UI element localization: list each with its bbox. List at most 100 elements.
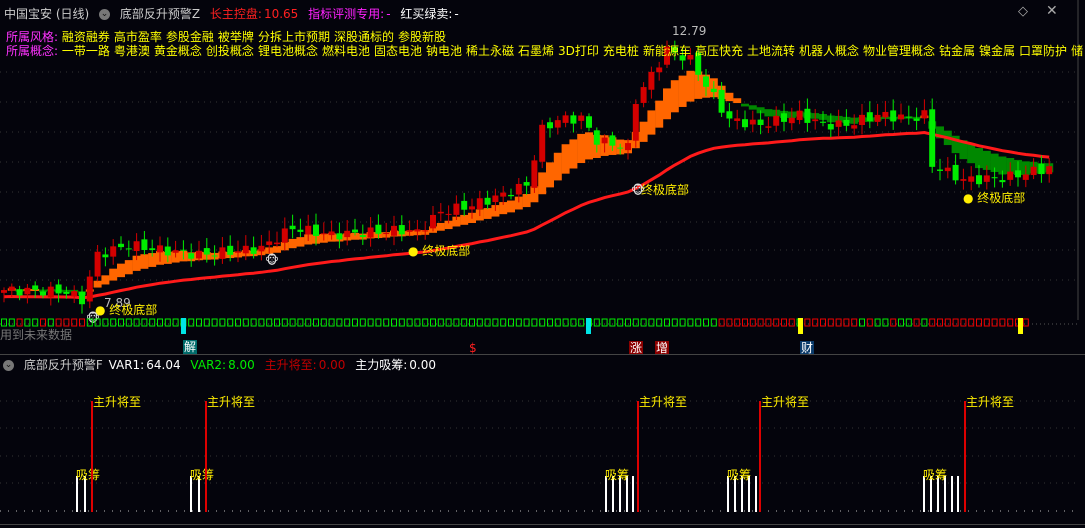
tag-item[interactable]: 土地流转	[747, 44, 795, 58]
tag-item[interactable]: 钴金属	[939, 44, 975, 58]
candle-body	[125, 248, 132, 250]
signal-square	[79, 318, 85, 327]
concepts-label: 所属概念:	[6, 44, 59, 58]
signal-square	[609, 318, 616, 327]
tag-item[interactable]: 黄金概念	[154, 44, 202, 58]
tag-item[interactable]: 石墨烯	[518, 44, 554, 58]
tag-item[interactable]: 机器人概念	[799, 44, 859, 58]
marker-cai: 财	[800, 341, 815, 355]
signal-square	[344, 318, 351, 327]
tag-item[interactable]: 充电桩	[603, 44, 639, 58]
candle-body	[281, 228, 288, 243]
chart-header: 中国宝安 (日线) ⌄ 底部反升预警Z 长主控盘: 10.65 指标评测专用: - …	[4, 5, 465, 22]
candle-body	[859, 114, 865, 126]
absorb-bar	[755, 476, 757, 512]
signal-square	[617, 318, 624, 327]
eval-value: -	[386, 7, 391, 21]
long-ma-line	[3, 130, 1050, 300]
candle-body	[203, 248, 210, 255]
signal-square	[757, 318, 764, 327]
tag-item[interactable]: 稀土永磁	[466, 44, 514, 58]
tag-item[interactable]: 高压快充	[695, 44, 743, 58]
candle-body	[180, 249, 187, 251]
candle-body	[726, 111, 733, 119]
tag-item[interactable]: 镍金属	[979, 44, 1015, 58]
signal-square	[523, 318, 530, 327]
candle-body	[289, 225, 296, 230]
signal-square	[703, 318, 709, 327]
candle-body	[586, 116, 592, 128]
bottom-signal-label: ● 终极底部	[408, 244, 471, 258]
signal-square	[734, 318, 741, 327]
tag-item[interactable]: 新能源车	[643, 44, 691, 58]
tag-item[interactable]: 物业管理概念	[863, 44, 935, 58]
indicator-name[interactable]: 底部反升预警Z	[120, 7, 200, 21]
tag-item[interactable]: 一带一路	[62, 44, 110, 58]
candle-body	[16, 289, 23, 296]
diamond-icon[interactable]: ◇	[1018, 4, 1028, 19]
bottom-signal-label: 终极底部	[641, 183, 690, 197]
tag-item[interactable]: 钠电池	[426, 44, 462, 58]
ma-band-segment	[538, 172, 547, 195]
panel-divider[interactable]	[0, 354, 1085, 355]
candle-body	[133, 241, 140, 252]
signal-square	[352, 318, 358, 327]
candle-body	[367, 227, 374, 238]
ma-band-segment	[741, 103, 749, 107]
candle-body	[983, 175, 990, 182]
tag-item[interactable]: 固态电池	[374, 44, 422, 58]
indicator-dropdown-icon[interactable]: ⌄	[99, 9, 111, 20]
signal-square	[219, 318, 226, 327]
signal-square	[882, 318, 889, 327]
ma-band-segment	[117, 263, 125, 278]
signal-square	[289, 318, 296, 327]
tag-item[interactable]: 粤港澳	[114, 44, 150, 58]
long-control-label: 长主控盘:	[209, 7, 262, 21]
signal-square	[40, 318, 46, 327]
candle-body	[406, 230, 413, 232]
signal-square	[250, 318, 257, 327]
candle-body	[398, 225, 405, 235]
signal-square	[86, 318, 93, 327]
absorb-label: 吸筹	[923, 468, 947, 482]
candle-body	[749, 119, 756, 125]
marker-jie: 解	[183, 340, 198, 354]
tag-item[interactable]: 锂电池概念	[258, 44, 318, 58]
signal-square	[679, 318, 686, 327]
signal-square	[305, 318, 312, 327]
lower-indicator-chart[interactable]: 吸筹 吸筹 吸筹 吸筹 吸筹 主升将至 主升将至 主升将至 主升将至 主升将至	[0, 368, 1085, 528]
signal-square	[1022, 318, 1029, 327]
signal-square	[32, 318, 39, 327]
candle-body	[55, 284, 62, 294]
candle-body	[781, 113, 787, 122]
candle-body	[196, 250, 202, 259]
signal-square	[8, 318, 15, 327]
signal-square	[820, 318, 826, 327]
candle-body	[601, 137, 608, 144]
close-icon[interactable]: ✕	[1046, 3, 1058, 19]
candle-body	[149, 248, 156, 251]
candle-body	[999, 180, 1006, 183]
tag-item[interactable]: 储	[1071, 44, 1083, 58]
signal-square	[726, 318, 733, 327]
candle-body	[991, 177, 998, 179]
signal-bar	[181, 318, 186, 334]
signal-square	[547, 318, 553, 327]
stock-title: 中国宝安 (日线)	[4, 7, 90, 21]
tag-item[interactable]: 口罩防护	[1019, 44, 1067, 58]
candle-body	[305, 225, 312, 235]
ma-band-segment	[663, 88, 671, 120]
signal-square	[1007, 318, 1014, 327]
candle-body	[1022, 174, 1029, 180]
tag-item[interactable]: 燃料电池	[322, 44, 370, 58]
candle-body	[882, 111, 889, 118]
candle-body	[1007, 171, 1014, 180]
signal-square	[430, 318, 436, 327]
signal-square	[648, 318, 655, 327]
candle-body	[742, 119, 748, 128]
signal-square	[414, 318, 421, 327]
tag-item[interactable]: 3D打印	[558, 44, 599, 58]
tag-item[interactable]: 创投概念	[206, 44, 254, 58]
candle-body	[484, 197, 491, 205]
candle-body	[648, 71, 655, 90]
